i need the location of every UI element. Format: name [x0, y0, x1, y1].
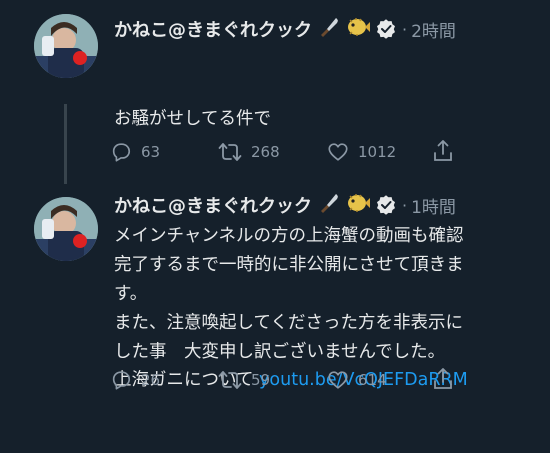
tweet-text: メインチャンネルの方の上海蟹の動画も確認 完了するまで一時的に非公開にさせて頂き… [114, 226, 464, 362]
timestamp[interactable]: 2時間 [411, 17, 456, 42]
retweet-count: 59 [251, 371, 271, 389]
like-count: 1012 [358, 143, 397, 161]
pufferfish-icon [346, 16, 370, 42]
reply-icon [112, 143, 131, 162]
tweet-header: かねこ@きまぐれクック · 1時間 [114, 190, 456, 220]
author-name[interactable]: かねこ@きまぐれクック [114, 192, 312, 218]
verified-badge-icon [376, 195, 396, 215]
knife-icon [318, 192, 340, 218]
avatar[interactable] [34, 197, 98, 261]
timestamp[interactable]: 1時間 [411, 193, 456, 218]
like-count: 614 [358, 371, 387, 389]
retweet-icon [218, 143, 242, 161]
heart-icon [328, 371, 348, 389]
share-icon [434, 368, 452, 389]
heart-icon [328, 143, 348, 161]
pufferfish-icon [346, 192, 370, 218]
share-button[interactable] [432, 139, 454, 163]
reply-count: 26 [141, 371, 161, 389]
tweet-header: かねこ@きまぐれクック · 2時間 [114, 14, 456, 44]
reply-count: 63 [141, 143, 161, 161]
author-name[interactable]: かねこ@きまぐれクック [114, 16, 312, 42]
verified-badge-icon [376, 19, 396, 39]
tweet-text-line: お騒がせしてる件で [114, 109, 271, 129]
retweet-icon [218, 371, 242, 389]
separator-dot: · [402, 195, 408, 215]
separator-dot: · [402, 19, 408, 39]
reply-icon [112, 371, 131, 390]
share-button[interactable] [432, 367, 454, 391]
knife-icon [318, 16, 340, 42]
avatar[interactable] [34, 14, 98, 78]
reply-button[interactable]: 26 [110, 369, 160, 391]
retweet-button[interactable]: 268 [218, 141, 280, 163]
retweet-count: 268 [251, 143, 280, 161]
like-button[interactable]: 1012 [327, 141, 396, 163]
reply-button[interactable]: 63 [110, 141, 160, 163]
share-icon [434, 140, 452, 161]
thread-line [64, 104, 67, 184]
like-button[interactable]: 614 [327, 369, 387, 391]
retweet-button[interactable]: 59 [218, 369, 270, 391]
